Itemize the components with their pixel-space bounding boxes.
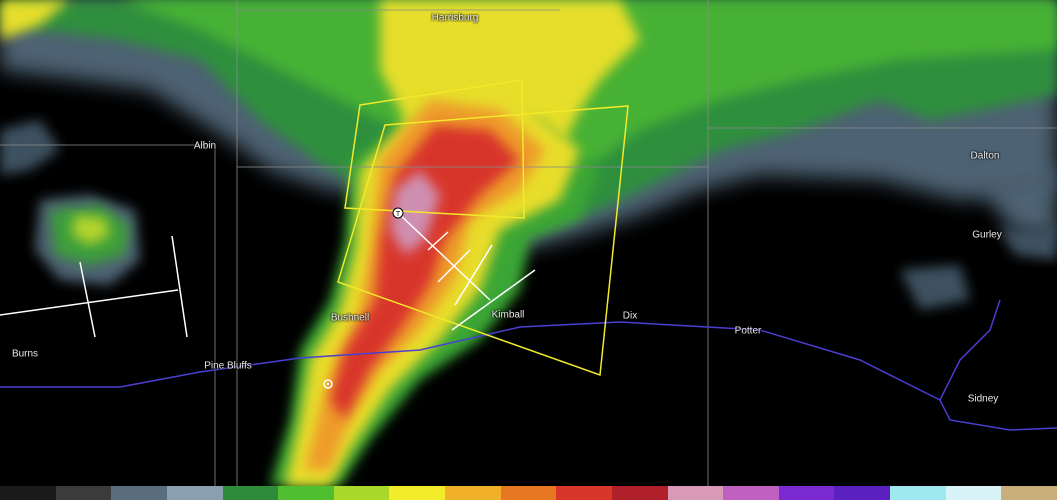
town-label-gurley: Gurley — [972, 229, 1002, 241]
scale-swatch — [500, 486, 557, 500]
scale-swatch — [834, 486, 890, 500]
town-label-dalton: Dalton — [970, 150, 1000, 162]
scale-swatch — [611, 486, 668, 500]
tornado-marker-icon[interactable]: T — [392, 207, 404, 219]
scale-swatch — [723, 486, 779, 500]
scale-swatch — [945, 486, 1002, 500]
scale-swatch — [0, 486, 56, 500]
scale-swatch — [222, 486, 279, 500]
scale-swatch — [1001, 486, 1057, 500]
scale-swatch — [556, 486, 612, 500]
town-label-pine-bluffs: Pine Bluffs — [204, 360, 252, 372]
scale-swatch — [333, 486, 390, 500]
town-label-harrisburg: Harrisburg — [431, 12, 479, 24]
scale-swatch — [55, 486, 112, 500]
radar-map: T — [0, 0, 1057, 486]
town-label-sidney: Sidney — [967, 393, 999, 405]
svg-text:T: T — [396, 211, 401, 218]
town-label-burns: Burns — [11, 348, 39, 360]
scale-swatch — [166, 486, 223, 500]
town-label-kimball: Kimball — [491, 309, 525, 321]
scale-swatch — [389, 486, 445, 500]
scale-swatch — [667, 486, 724, 500]
town-label-dix: Dix — [622, 310, 638, 322]
reflectivity-color-scale — [0, 486, 1057, 500]
scale-swatch — [278, 486, 334, 500]
town-label-albin: Albin — [193, 140, 217, 152]
scale-swatch — [445, 486, 501, 500]
scale-swatch — [778, 486, 835, 500]
scale-swatch — [111, 486, 167, 500]
scale-swatch — [890, 486, 946, 500]
town-label-potter: Potter — [734, 325, 762, 337]
town-label-bushnell: Bushnell — [330, 312, 370, 324]
